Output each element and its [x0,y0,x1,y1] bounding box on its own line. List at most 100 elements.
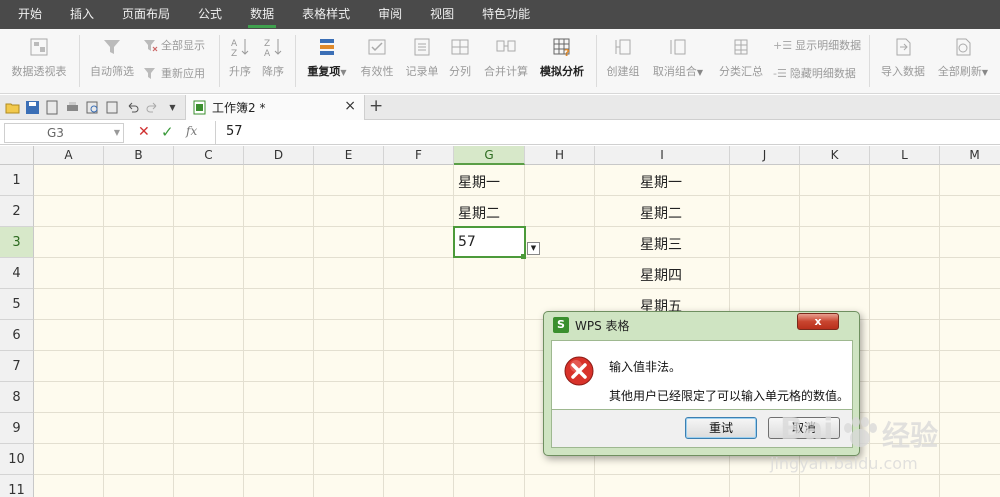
row-header-9[interactable]: 9 [0,413,34,444]
duplicates-label: 重复项 [307,65,341,78]
confirm-entry-icon[interactable]: ✓ [161,123,174,141]
refresh-all-button[interactable]: 全部刷新▼ [934,37,992,79]
menu-insert[interactable]: 插入 [56,0,108,29]
import-data-button[interactable]: 导入数据 [877,37,929,79]
sort-descending-icon: ZA [264,39,282,57]
column-header-i[interactable]: I [595,146,730,165]
dialog-message-secondary: 其他用户已经限定了可以输入单元格的数值。 [609,389,850,403]
column-header-l[interactable]: L [870,146,940,165]
column-header-a[interactable]: A [34,146,104,165]
svg-text:A: A [231,39,238,49]
dialog-close-button[interactable]: x [797,313,839,330]
cell-g3-active[interactable]: 57 [453,226,526,258]
redo-icon[interactable] [145,100,160,115]
row-header-2[interactable]: 2 [0,196,34,227]
print-preview-icon[interactable] [85,100,100,115]
row-header-11[interactable]: 11 [0,475,34,497]
print-icon[interactable] [65,100,80,115]
row-header-7[interactable]: 7 [0,351,34,382]
show-all-button[interactable]: 全部显示 [143,37,205,53]
menu-start[interactable]: 开始 [4,0,56,29]
chevron-down-icon[interactable]: ▼ [114,124,120,142]
ribbon-separator [295,35,296,87]
row-header-6[interactable]: 6 [0,320,34,351]
column-header-g[interactable]: G [454,146,525,165]
cell-i2[interactable]: 星期二 [640,203,682,223]
column-header-k[interactable]: K [800,146,870,165]
row-header-10[interactable]: 10 [0,444,34,475]
menu-view[interactable]: 视图 [416,0,468,29]
auto-filter-label: 自动筛选 [90,65,134,78]
wps-spreadsheet-icon: S [553,317,569,333]
format-painter-icon[interactable] [105,100,120,115]
record-form-icon [414,38,430,56]
cell-g1[interactable]: 星期一 [458,172,500,192]
sort-descending-button[interactable]: ZA 降序 [258,37,288,79]
close-icon[interactable]: × [344,98,356,114]
what-if-analysis-icon: ? [553,38,570,57]
row-header-5[interactable]: 5 [0,289,34,320]
split-columns-button[interactable]: 分列 [445,37,475,79]
menu-page-layout[interactable]: 页面布局 [108,0,184,29]
pivot-table-button[interactable]: 数据透视表 [7,37,71,79]
minus-icon: -☰ [773,66,787,80]
save-icon[interactable] [25,100,40,115]
column-header-c[interactable]: C [174,146,244,165]
column-header-d[interactable]: D [244,146,314,165]
export-icon[interactable] [45,100,60,115]
validation-button[interactable]: 有效性 [357,37,397,79]
select-all-corner[interactable] [0,146,34,165]
cell-g2[interactable]: 星期二 [458,203,500,223]
insert-function-icon[interactable]: fx [186,124,197,138]
dialog-title-bar[interactable]: S WPS 表格 x [544,312,859,338]
svg-text:Z: Z [264,39,270,49]
column-header-h[interactable]: H [525,146,595,165]
sort-descending-label: 降序 [262,65,284,78]
folder-icon[interactable] [5,100,20,115]
refresh-all-label: 全部刷新 [937,65,982,78]
consolidate-button[interactable]: 合并计算 [480,37,532,79]
auto-filter-button[interactable]: 自动筛选 [86,37,138,79]
cell-i1[interactable]: 星期一 [640,172,682,192]
menu-special[interactable]: 特色功能 [468,0,544,29]
customize-dropdown-icon[interactable]: ▼ [165,100,180,115]
fill-handle[interactable] [521,254,526,259]
what-if-analysis-button[interactable]: ? 模拟分析 [536,37,588,79]
row-header-8[interactable]: 8 [0,382,34,413]
cell-i4[interactable]: 星期四 [640,265,682,285]
new-tab-button[interactable]: + [369,96,383,116]
sort-ascending-button[interactable]: AZ 升序 [225,37,255,79]
show-detail-button[interactable]: +☰ 显示明细数据 [773,37,861,53]
ungroup-button[interactable]: 取消组合▼ [648,37,708,79]
column-header-b[interactable]: B [104,146,174,165]
reapply-button[interactable]: 重新应用 [143,65,205,81]
cancel-entry-icon[interactable]: ✕ [138,124,150,140]
menu-table-style[interactable]: 表格样式 [288,0,364,29]
column-header-e[interactable]: E [314,146,384,165]
hide-detail-button[interactable]: -☰ 隐藏明细数据 [773,65,856,81]
column-header-f[interactable]: F [384,146,454,165]
filter-icon [104,40,120,54]
duplicates-button[interactable]: 重复项▼ [302,37,352,79]
formula-input[interactable]: 57 [215,121,1000,144]
menu-data[interactable]: 数据 [236,0,288,29]
menu-review[interactable]: 审阅 [364,0,416,29]
row-header-3[interactable]: 3 [0,227,34,258]
cell-i3[interactable]: 星期三 [640,234,682,254]
record-form-button[interactable]: 记录单 [402,37,442,79]
menu-formulas[interactable]: 公式 [184,0,236,29]
column-header-m[interactable]: M [940,146,1000,165]
name-box[interactable]: G3 ▼ [4,123,124,143]
dialog-title: WPS 表格 [575,319,630,333]
column-header-j[interactable]: J [730,146,800,165]
undo-icon[interactable] [125,100,140,115]
document-tab-title: 工作簿2 * [212,101,266,115]
document-tab[interactable]: 工作簿2 * × [185,95,365,120]
retry-button[interactable]: 重试 [685,417,757,439]
row-header-1[interactable]: 1 [0,165,34,196]
create-group-button[interactable]: 创建组 [603,37,643,79]
plus-icon: +☰ [773,38,793,52]
subtotal-button[interactable]: 分类汇总 [716,37,766,79]
validation-dropdown-icon[interactable]: ▼ [527,242,540,255]
row-header-4[interactable]: 4 [0,258,34,289]
